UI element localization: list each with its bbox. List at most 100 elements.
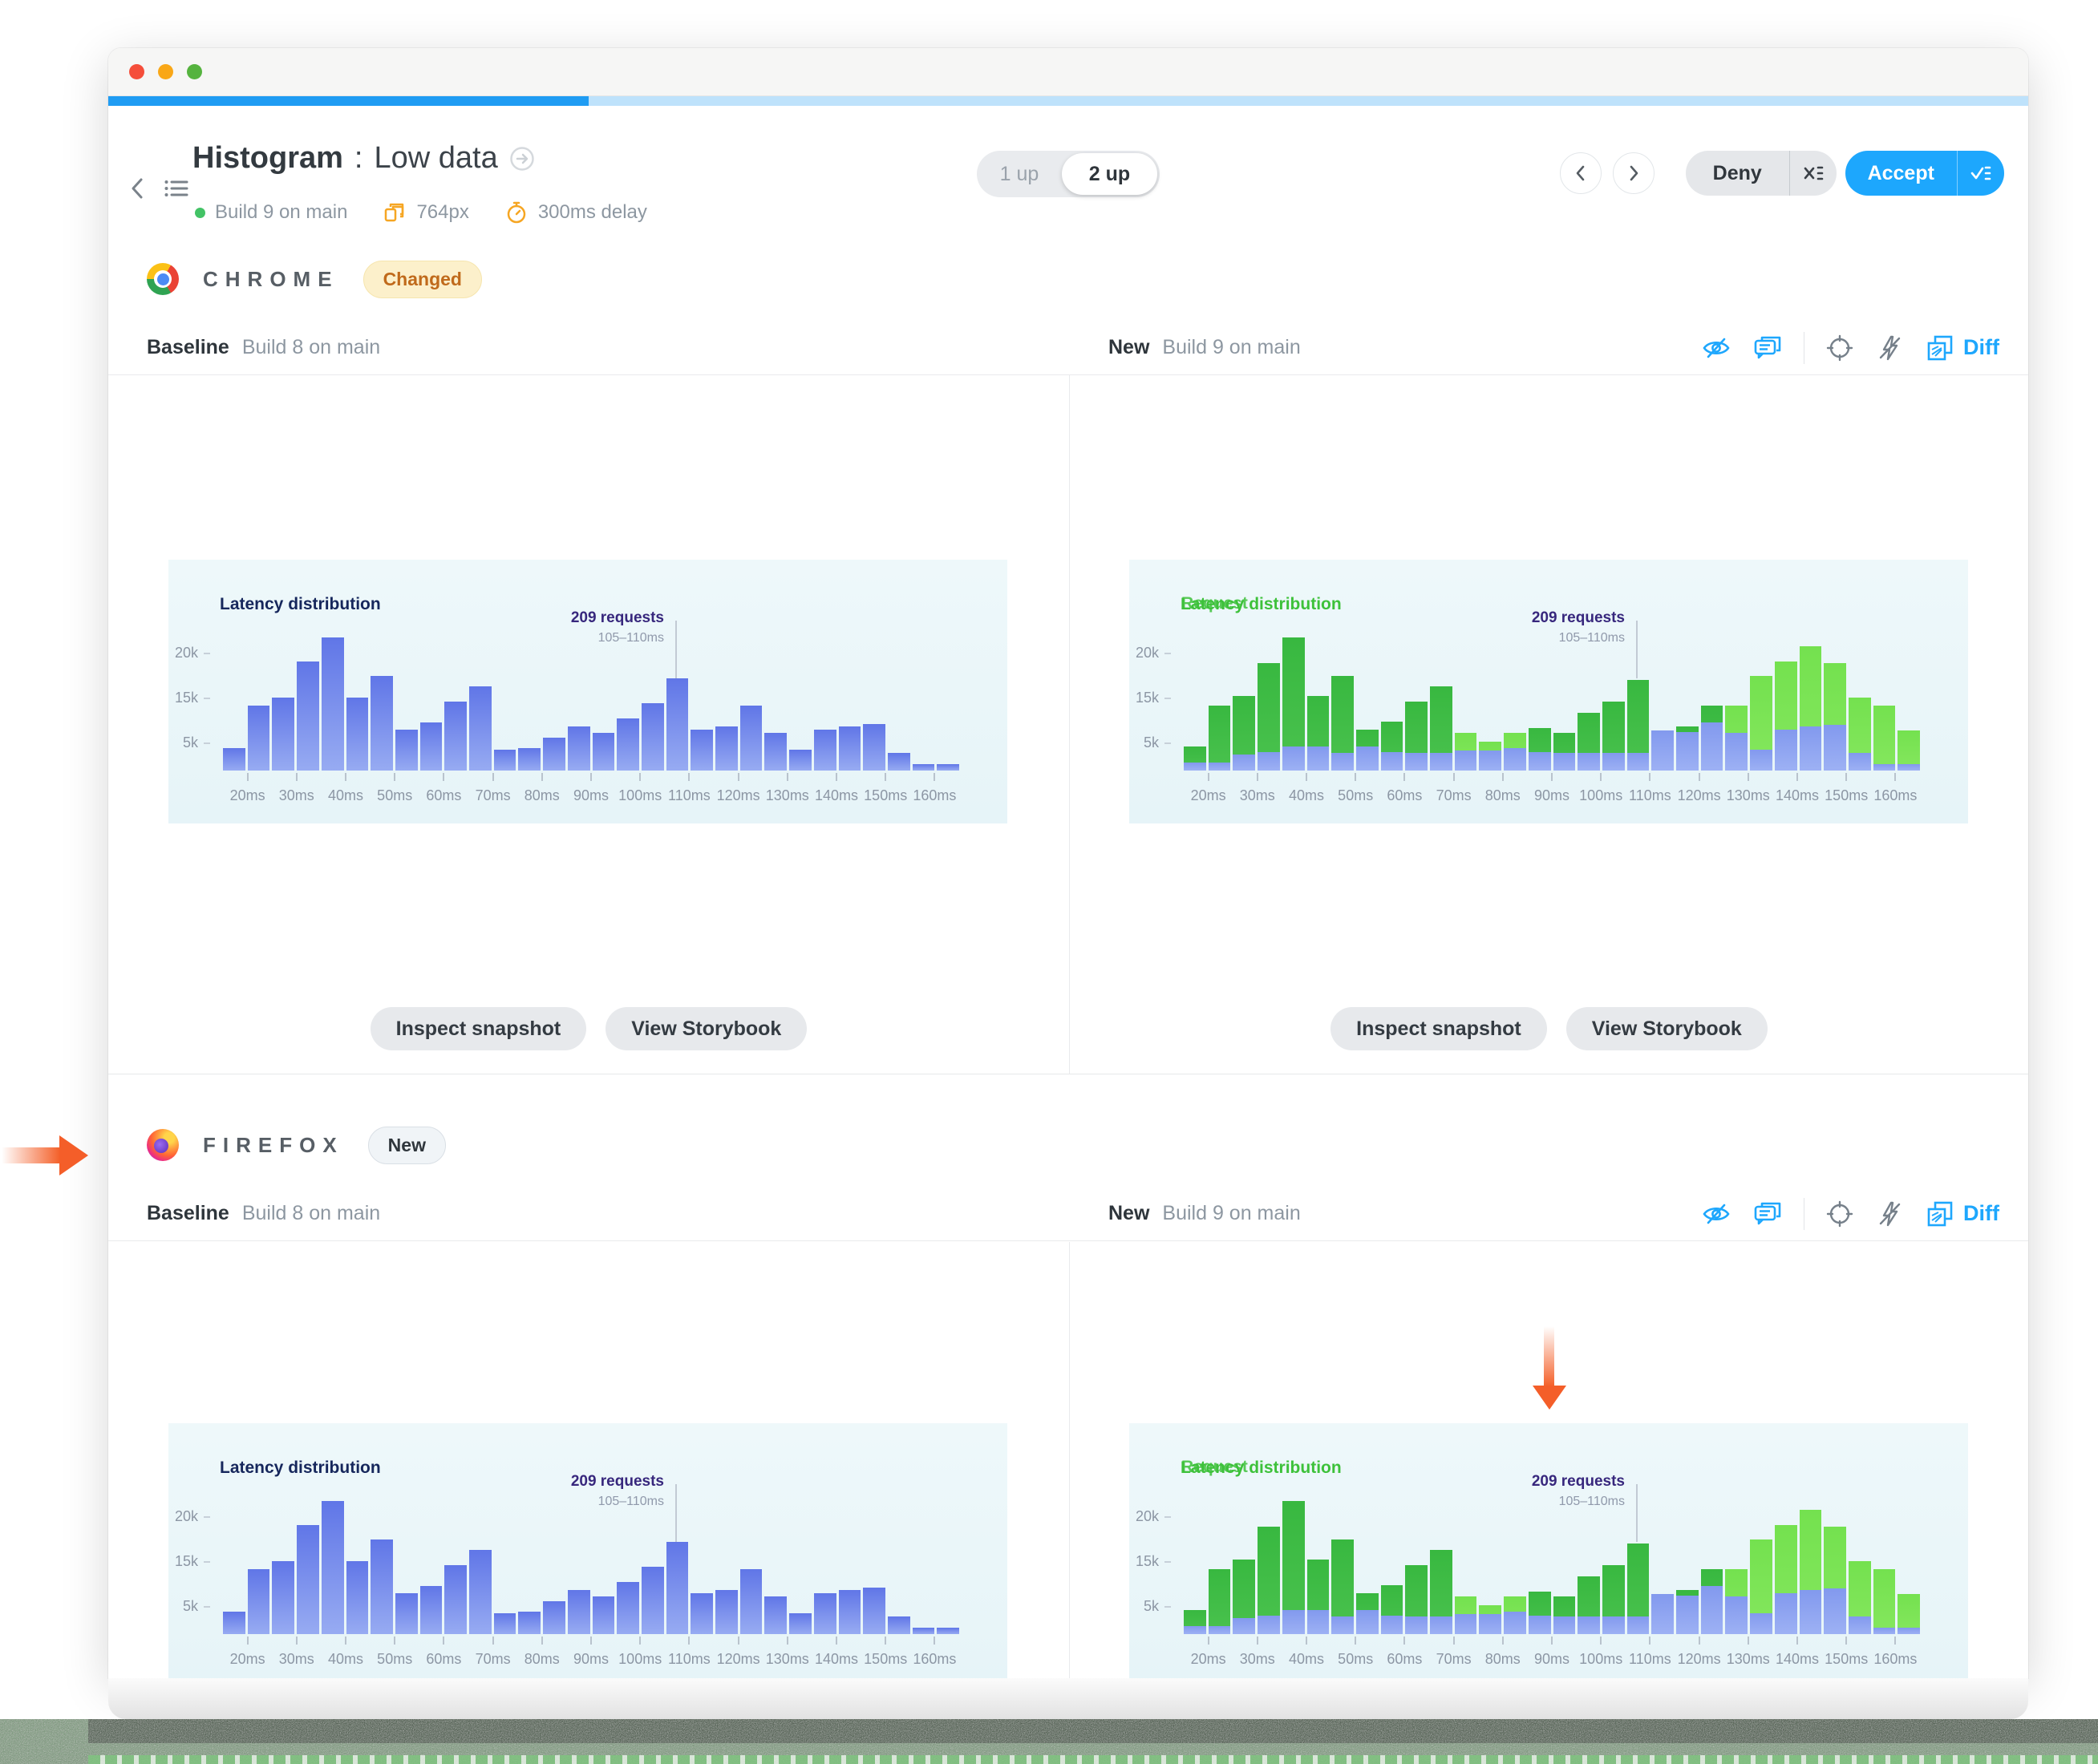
x-axis-tick: 60ms xyxy=(1387,1651,1423,1667)
histogram-bars xyxy=(223,637,960,771)
x-axis-tickmark xyxy=(836,773,837,781)
eye-off-icon[interactable] xyxy=(1701,1200,1731,1228)
histogram-bin xyxy=(297,637,319,771)
check-list-icon xyxy=(1969,162,1993,184)
annotation: 209 requests 105–110ms xyxy=(1532,609,1625,645)
diff-green-bar xyxy=(1873,705,1896,771)
crosshair-icon[interactable] xyxy=(1825,334,1854,362)
histogram-bars xyxy=(223,1501,960,1634)
x-axis-tick: 40ms xyxy=(1288,787,1325,803)
bar xyxy=(715,1589,738,1634)
y-axis-tick: 20k xyxy=(168,645,210,662)
histogram-bin xyxy=(1651,637,1675,771)
minimize-window-button[interactable] xyxy=(158,64,173,79)
x-axis-tickmark xyxy=(737,1637,739,1645)
diff-blue-bar xyxy=(1355,1609,1379,1634)
y-axis-tick: 5k xyxy=(1129,1598,1171,1615)
diff-green-bar xyxy=(1873,1568,1896,1634)
histogram-bin xyxy=(1750,637,1772,771)
diff-blue-bar xyxy=(1725,1596,1748,1634)
view-storybook-button[interactable]: View Storybook xyxy=(606,1007,808,1050)
chevron-left-icon xyxy=(126,175,150,202)
histogram-bin xyxy=(1750,1501,1772,1634)
x-axis-tickmark xyxy=(1306,773,1307,781)
go-to-story-icon[interactable] xyxy=(509,146,535,172)
histogram-bin xyxy=(1725,1501,1748,1634)
toggle-2up[interactable]: 2 up xyxy=(1062,153,1157,195)
diff-blue-bar xyxy=(1750,749,1772,771)
inspect-snapshot-button[interactable]: Inspect snapshot xyxy=(1330,1007,1547,1050)
back-button[interactable] xyxy=(126,175,150,202)
chart-title: Latency distribution xyxy=(220,595,381,613)
x-axis-tickmark xyxy=(934,773,936,781)
histogram-bin xyxy=(371,1501,393,1634)
diff-blue-bar xyxy=(1430,1616,1452,1634)
bar xyxy=(641,702,664,771)
mac-titlebar xyxy=(108,48,2028,96)
histogram-bin xyxy=(1306,1501,1330,1634)
histogram-bin xyxy=(641,1501,664,1634)
previous-change-button[interactable] xyxy=(1560,152,1602,194)
new-snapshot-chart[interactable]: Latency Request distribution 20k 15k 5k 20ms 3… xyxy=(1129,560,1968,823)
next-change-button[interactable] xyxy=(1613,152,1655,194)
diff-toggle[interactable]: Diff xyxy=(1925,1199,1999,1229)
x-axis-tickmark xyxy=(1747,773,1749,781)
x-axis-tick: 140ms xyxy=(1775,1651,1820,1667)
accept-all-menu[interactable] xyxy=(1958,151,2004,196)
x-axis-tickmark xyxy=(590,773,592,781)
zap-off-icon[interactable] xyxy=(1875,334,1904,362)
x-axis-tickmark xyxy=(737,773,739,781)
deny-button[interactable]: Deny xyxy=(1686,151,1837,196)
diff-blue-bar xyxy=(1184,763,1206,771)
histogram-bin xyxy=(1233,637,1256,771)
zap-off-icon[interactable] xyxy=(1875,1200,1904,1228)
histogram-bin xyxy=(789,1501,812,1634)
diff-toggle[interactable]: Diff xyxy=(1925,333,1999,363)
eye-off-icon[interactable] xyxy=(1701,334,1731,362)
diff-blue-bar xyxy=(1578,753,1600,771)
bar xyxy=(813,729,836,771)
x-axis-tick: 70ms xyxy=(475,1651,511,1667)
x-axis-tickmark xyxy=(295,1637,298,1645)
diff-blue-bar xyxy=(1504,748,1526,771)
histogram-bin xyxy=(1184,637,1206,771)
x-axis-tick: 70ms xyxy=(1436,787,1472,803)
close-window-button[interactable] xyxy=(129,64,144,79)
new-snapshot-chart[interactable]: Latency Request distribution 20k 15k 5k 20ms 3… xyxy=(1129,1423,1968,1678)
baseline-snapshot-panel: Latency distribution 20k 15k 5k 20ms 30ms 40ms… xyxy=(108,375,1070,1074)
histogram-bin xyxy=(1380,1501,1403,1634)
x-axis-tick: 70ms xyxy=(475,787,511,803)
x-axis-tick: 90ms xyxy=(1533,787,1570,803)
bar xyxy=(715,726,738,771)
x-axis-tick: 50ms xyxy=(377,1651,413,1667)
zoom-window-button[interactable] xyxy=(187,64,202,79)
accept-button[interactable]: Accept xyxy=(1845,151,2004,196)
status-dot-icon xyxy=(195,207,205,218)
bar xyxy=(764,1596,788,1634)
x-axis-tick: 100ms xyxy=(618,787,662,803)
story-list-button[interactable] xyxy=(163,175,192,202)
deny-all-menu[interactable] xyxy=(1790,151,1837,196)
histogram-bin xyxy=(617,1501,639,1634)
comment-icon[interactable] xyxy=(1752,1200,1783,1228)
diff-blue-bar xyxy=(1233,755,1256,771)
toggle-1up[interactable]: 1 up xyxy=(977,163,1062,186)
annotation: 209 requests 105–110ms xyxy=(1532,1473,1625,1509)
x-axis-tickmark xyxy=(1698,773,1700,781)
comment-icon[interactable] xyxy=(1752,334,1783,362)
diff-green-bar xyxy=(1208,705,1231,771)
baseline-snapshot-chart[interactable]: Latency distribution 20k 15k 5k 20ms 30ms 40ms… xyxy=(168,1423,1007,1678)
histogram-bin xyxy=(1208,637,1231,771)
histogram-bin xyxy=(1676,1501,1699,1634)
histogram-bin xyxy=(1479,1501,1502,1634)
x-axis-tick: 30ms xyxy=(1239,787,1275,803)
annotation: 209 requests 105–110ms xyxy=(571,1473,664,1509)
view-storybook-button[interactable]: View Storybook xyxy=(1565,1007,1768,1050)
baseline-snapshot-chart[interactable]: Latency distribution 20k 15k 5k 20ms 30ms 40ms… xyxy=(168,560,1007,823)
diff-blue-bar xyxy=(1602,1616,1625,1634)
inspect-snapshot-button[interactable]: Inspect snapshot xyxy=(370,1007,587,1050)
crosshair-icon[interactable] xyxy=(1825,1200,1854,1228)
diff-blue-bar xyxy=(1774,1592,1797,1634)
baseline-label: Baseline xyxy=(147,336,229,358)
x-axis-tick: 90ms xyxy=(573,1651,610,1667)
